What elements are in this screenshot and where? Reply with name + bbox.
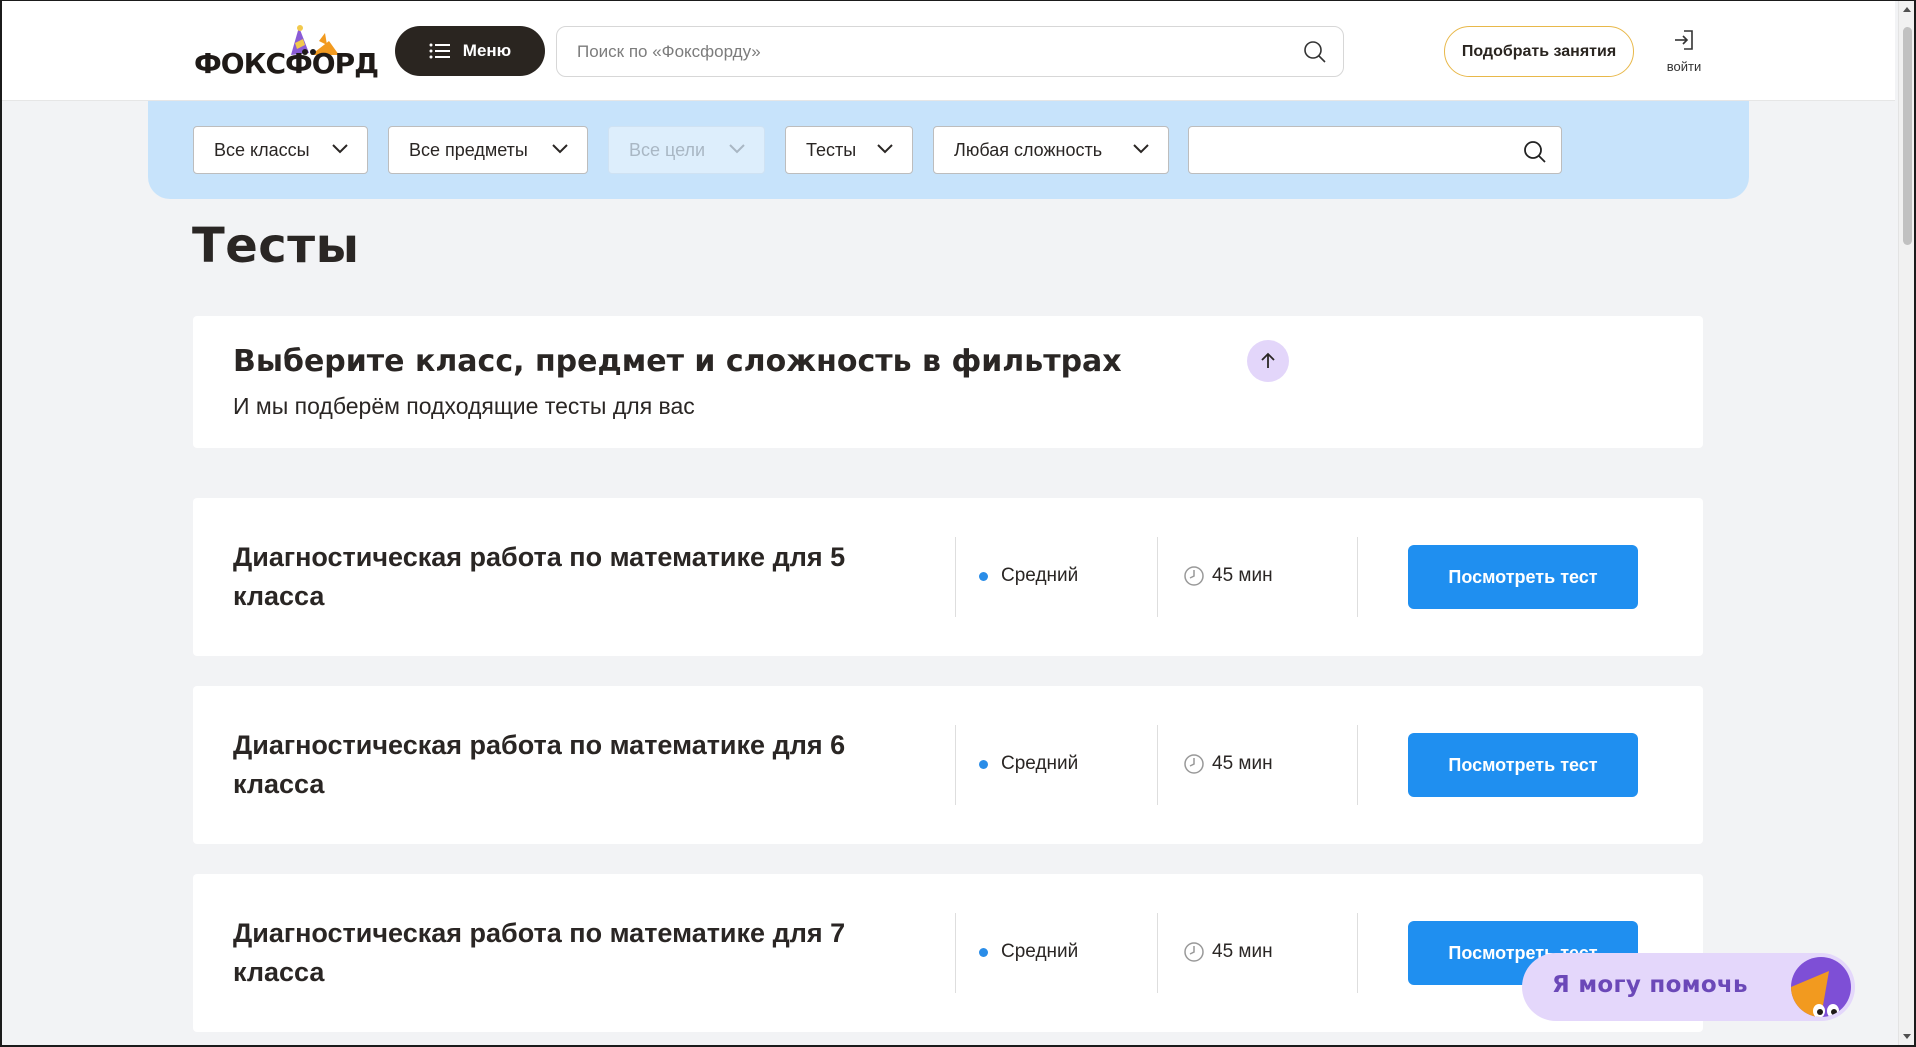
test-level: Средний xyxy=(979,941,1078,963)
test-duration-label: 45 мин xyxy=(1212,753,1273,774)
subject-filter-select[interactable]: Все предметы xyxy=(388,126,588,174)
scroll-down-arrow-icon[interactable] xyxy=(1903,1034,1911,1039)
site-header: ФОКСФОРД Меню Поиск по «Фоксфорду» Подоб… xyxy=(2,1,1895,101)
filter-hint-title: Выберите класс, предмет и сложность в фи… xyxy=(233,344,1122,379)
test-duration: 45 мин xyxy=(1183,753,1273,775)
difficulty-filter-value: Любая сложность xyxy=(954,139,1103,160)
help-chat-label: Я могу помочь xyxy=(1552,972,1748,998)
chevron-down-icon xyxy=(1133,144,1149,154)
test-title[interactable]: Диагностическая работа по математике для… xyxy=(233,914,873,992)
search-placeholder: Поиск по «Фоксфорду» xyxy=(577,42,761,61)
test-card[interactable]: Диагностическая работа по математике для… xyxy=(193,686,1703,844)
filter-search-input[interactable] xyxy=(1188,126,1562,174)
divider xyxy=(955,913,956,993)
login-icon xyxy=(1675,30,1693,50)
menu-button[interactable]: Меню xyxy=(395,26,545,76)
test-level-label: Средний xyxy=(1001,753,1079,774)
arrow-up-icon xyxy=(1261,352,1275,368)
test-level-label: Средний xyxy=(1001,941,1079,962)
view-test-button[interactable]: Посмотреть тест xyxy=(1408,545,1638,609)
filter-hint-card: Выберите класс, предмет и сложность в фи… xyxy=(193,316,1703,448)
test-duration: 45 мин xyxy=(1183,941,1273,963)
window-frame-top xyxy=(0,0,1916,1)
site-search-input[interactable]: Поиск по «Фоксфорду» xyxy=(556,26,1344,77)
test-duration-label: 45 мин xyxy=(1212,565,1273,586)
page-scrollbar[interactable] xyxy=(1898,1,1914,1045)
test-level-label: Средний xyxy=(1001,565,1079,586)
divider xyxy=(955,725,956,805)
login-label: войти xyxy=(1666,59,1702,74)
login-button[interactable]: войти xyxy=(1658,29,1710,79)
filter-hint-subtitle: И мы подберём подходящие тесты для вас xyxy=(233,393,695,419)
level-dot-icon xyxy=(979,947,988,957)
level-dot-icon xyxy=(979,759,988,769)
foxford-logo[interactable]: ФОКСФОРД xyxy=(194,25,379,80)
test-level: Средний xyxy=(979,565,1078,587)
logo-wordmark: ФОКСФОРД xyxy=(194,47,379,80)
chevron-down-icon xyxy=(332,144,348,154)
help-chat-widget[interactable]: Я могу помочь xyxy=(1522,953,1855,1021)
divider xyxy=(1357,537,1358,617)
grade-filter-value: Все классы xyxy=(214,139,310,160)
search-icon[interactable] xyxy=(1303,40,1327,64)
test-duration-label: 45 мин xyxy=(1212,941,1273,962)
page-title: Тесты xyxy=(192,218,360,274)
divider xyxy=(1157,913,1158,993)
divider xyxy=(1357,725,1358,805)
grade-filter-select[interactable]: Все классы xyxy=(193,126,368,174)
clock-icon xyxy=(1184,566,1204,586)
test-title[interactable]: Диагностическая работа по математике для… xyxy=(233,538,873,616)
level-dot-icon xyxy=(979,571,988,581)
clock-icon xyxy=(1184,754,1204,774)
test-level: Средний xyxy=(979,753,1078,775)
search-icon[interactable] xyxy=(1523,140,1547,164)
fox-mascot-icon xyxy=(1791,957,1851,1017)
test-card[interactable]: Диагностическая работа по математике для… xyxy=(193,498,1703,656)
filter-bar: Все классы Все предметы Все цели Тесты Л… xyxy=(148,99,1749,199)
test-card[interactable]: Диагностическая работа по математике для… xyxy=(193,874,1703,1032)
type-filter-select[interactable]: Тесты xyxy=(785,126,913,174)
window-frame-left xyxy=(0,0,2,1047)
chevron-down-icon xyxy=(552,144,568,154)
chevron-down-icon xyxy=(729,144,745,154)
menu-label: Меню xyxy=(462,41,512,60)
test-duration: 45 мин xyxy=(1183,565,1273,587)
divider xyxy=(1157,725,1158,805)
scrollbar-thumb[interactable] xyxy=(1903,27,1912,245)
goal-filter-select: Все цели xyxy=(608,126,765,174)
scroll-up-arrow-icon[interactable] xyxy=(1903,7,1911,12)
list-icon xyxy=(429,43,450,59)
chevron-down-icon xyxy=(877,144,893,154)
type-filter-value: Тесты xyxy=(806,139,857,160)
divider xyxy=(1157,537,1158,617)
view-test-button[interactable]: Посмотреть тест xyxy=(1408,733,1638,797)
goal-filter-value: Все цели xyxy=(629,139,706,160)
clock-icon xyxy=(1184,942,1204,962)
divider xyxy=(1357,913,1358,993)
pick-classes-button[interactable]: Подобрать занятия xyxy=(1444,26,1634,77)
scroll-to-filters-button[interactable] xyxy=(1247,340,1289,382)
divider xyxy=(955,537,956,617)
difficulty-filter-select[interactable]: Любая сложность xyxy=(933,126,1169,174)
test-title[interactable]: Диагностическая работа по математике для… xyxy=(233,726,873,804)
subject-filter-value: Все предметы xyxy=(409,139,528,160)
